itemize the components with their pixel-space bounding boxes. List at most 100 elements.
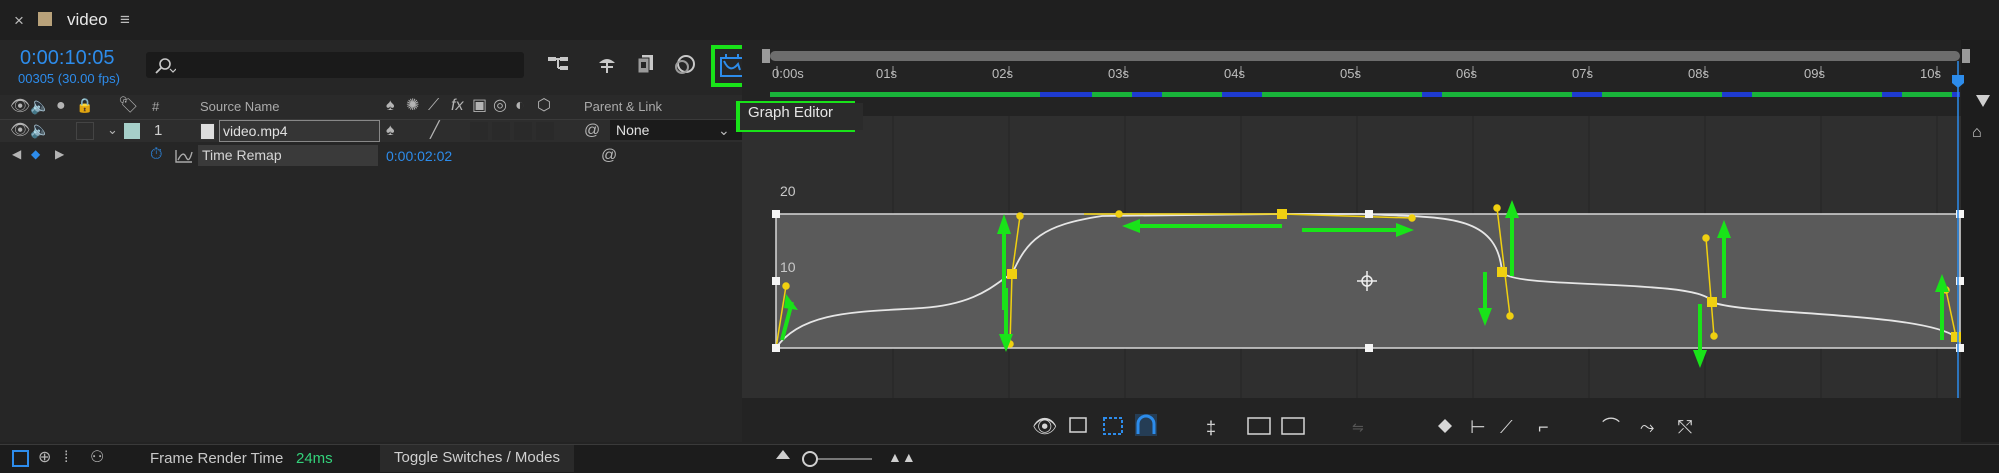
quality-switch-icon[interactable]: ╱ [430,123,440,139]
frame-blending-icon[interactable] [633,53,657,77]
parent-link-header: Parent & Link [584,99,663,114]
eye-icon[interactable]: 👁 [1032,416,1057,438]
marker-icon[interactable] [1976,95,1990,107]
frame-blend-column-icon[interactable]: ▣ [472,98,487,114]
render-time-value: 24ms [296,450,333,467]
switch-box-4[interactable] [536,122,554,140]
comp-flowchart-icon[interactable] [546,54,572,76]
ruler-label: 0:00s [772,66,804,81]
audio-icon[interactable]: 🔈 [30,99,50,115]
3d-layer-icon[interactable]: ⬡ [537,98,551,114]
layer-column-header: 👁 🔈 ● 🔒 🏷 # Source Name ♠ ✺ ⟋ fx ▣ ◎ ◐ ⬡… [0,95,742,120]
fx-icon[interactable]: fx [451,98,463,114]
switch-box-2[interactable] [492,122,510,140]
current-time-indicator-icon[interactable] [1952,75,1964,88]
fit-selection-icon[interactable]: ‡ [1206,418,1216,438]
transform-box-icon[interactable] [1103,417,1123,435]
solo-icon[interactable]: ● [56,98,66,114]
hold-keyframe-icon[interactable]: ⊢ [1470,417,1486,437]
motion-blur-icon[interactable] [671,53,697,77]
graph-overlay-icon[interactable] [1281,417,1305,435]
ruler-label: 05s [1340,66,1361,81]
switch-box-3[interactable] [514,122,532,140]
tab-title[interactable]: video [67,10,108,30]
expression-pickwhip-icon[interactable]: @ [601,148,617,164]
easy-ease-icon[interactable]: ⌒ [1602,417,1620,437]
footage-icon [200,123,215,140]
layer-switches-icon[interactable] [12,450,29,467]
transfer-controls-icon[interactable]: ⊕ [38,450,51,466]
graph-y-label-20: 20 [780,183,796,199]
current-time-display[interactable]: 0:00:10:05 [20,47,115,70]
composition-swatch-icon [38,12,52,26]
status-bar: ⊕ ⁞ ⚇ Frame Render Time 24ms Toggle Swit… [0,444,1999,473]
property-value[interactable]: 0:00:02:02 [386,148,452,164]
work-area-end-handle[interactable] [1962,49,1970,63]
motion-blur-column-icon[interactable]: ◎ [493,98,507,114]
ruler-label: 01s [876,66,897,81]
render-cache-green [770,92,1040,97]
source-name-header[interactable]: Source Name [200,99,279,114]
zoom-slider-thumb[interactable] [802,451,818,467]
quality-icon[interactable]: ⟋ [428,98,439,114]
ease-out-icon[interactable]: ⤲ [1678,417,1693,437]
ruler-label: 09s [1804,66,1825,81]
render-cache-green [1442,92,1572,97]
search-input[interactable] [146,52,524,78]
parent-select-value: None [616,122,650,138]
eye-icon[interactable]: 👁 [10,99,30,115]
close-icon[interactable]: × [14,11,24,31]
auto-bezier-icon[interactable]: ⌐ [1538,417,1549,437]
stopwatch-icon[interactable]: ⏱ [150,147,162,163]
layer-row[interactable]: 👁 🔈 ⌄ 1 video.mp4 ♠ ╱ @ None ⌄ [0,120,742,142]
ruler-label: 07s [1572,66,1593,81]
label-color-swatch[interactable] [124,123,140,139]
adjustment-icon[interactable]: ◐ [515,98,525,114]
in-out-icon[interactable]: ⁞ [64,450,68,466]
ruler-label: 06s [1456,66,1477,81]
lock-toggle[interactable] [76,122,94,140]
work-area-bar[interactable] [770,51,1960,61]
ruler-label: 04s [1224,66,1245,81]
switch-box-1[interactable] [470,122,488,140]
property-name[interactable]: Time Remap [198,145,378,166]
time-remap-row[interactable]: ◀ ◆ ▶ ⏱ Time Remap 0:00:02:02 @ [0,145,742,167]
ease-in-icon[interactable]: ⤳ [1640,417,1654,437]
comp-marker-bin-icon[interactable]: ⌂ [1972,124,1982,142]
toggle-switches-modes-button[interactable]: Toggle Switches / Modes [380,445,574,472]
lock-icon[interactable]: 🔒 [76,98,93,112]
parent-select[interactable]: None ⌄ [610,120,742,140]
shy-switch-icon[interactable]: ♠ [386,123,395,139]
menu-icon[interactable]: ≡ [120,10,130,30]
audio-toggle-icon[interactable]: 🔈 [30,123,50,139]
fit-all-icon[interactable] [1247,417,1271,435]
render-cache-green [1162,92,1222,97]
spiral-pickwhip-icon[interactable]: @ [584,123,600,139]
render-cache-green [1092,92,1132,97]
graph-icon[interactable] [174,148,194,164]
label-icon[interactable]: 🏷 [118,98,138,114]
graph-type-icon[interactable] [1069,417,1087,433]
composition-tab-bar: × video ≡ [0,0,1999,42]
separate-dimensions-icon: ⇋ [1352,419,1364,435]
linear-keyframe-icon[interactable]: ⟋ [1500,417,1513,437]
render-cache-green [1602,92,1722,97]
render-time-icon[interactable]: ⚇ [90,450,104,466]
visibility-eye-icon[interactable]: 👁 [10,123,30,139]
zoom-out-icon[interactable] [776,450,790,459]
layer-name-field[interactable]: video.mp4 [219,120,380,142]
layer-number-header: # [152,99,160,114]
sun-icon[interactable]: ✺ [406,98,419,114]
zoom-in-icon[interactable]: ▲▲ [888,449,916,465]
work-area-start-handle[interactable] [762,49,770,63]
next-keyframe-icon[interactable]: ▶ [55,148,64,160]
ruler-label: 03s [1108,66,1129,81]
graph-editor-canvas[interactable]: 👁 ‡ ⇋ ⊢ ⟋ ⌐ ⌒ ⤳ ⤲ [742,40,1999,442]
previous-keyframe-icon[interactable]: ◀ [12,148,21,160]
add-keyframe-icon[interactable]: ◆ [31,148,40,160]
shy-icon[interactable]: ♠ [386,98,395,114]
ruler-label: 02s [992,66,1013,81]
edit-keyframe-icon[interactable] [1438,419,1452,433]
draft-3d-icon[interactable] [595,53,619,77]
chevron-down-icon[interactable]: ⌄ [107,123,118,136]
